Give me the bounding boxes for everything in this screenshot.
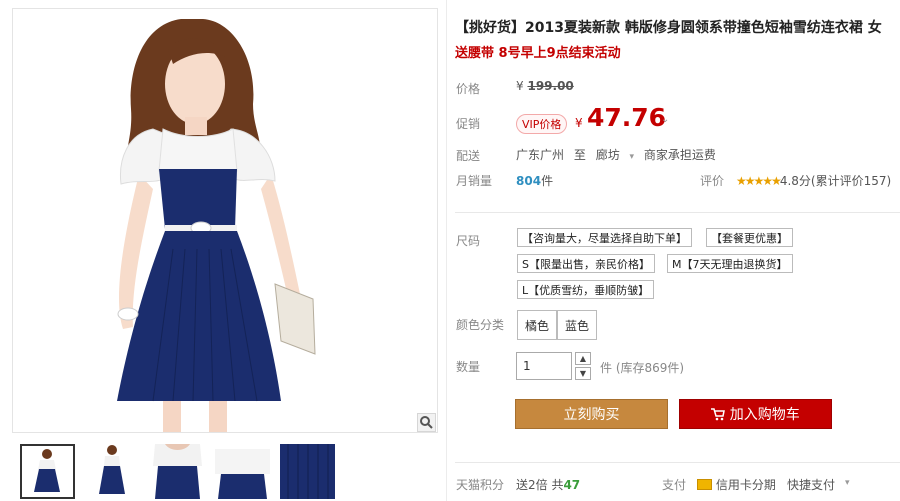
thumbnail-1[interactable] — [20, 444, 75, 499]
original-price: ¥ 199.00 — [516, 79, 574, 93]
price-label: 价格 — [456, 82, 481, 96]
vip-badge: VIP价格 — [516, 114, 568, 134]
ship-to-word: 至 — [573, 148, 586, 162]
zoom-button[interactable] — [417, 413, 436, 432]
unit-text: 件 — [600, 361, 613, 375]
size-label: 尺码 — [456, 234, 481, 248]
thumbnail-2[interactable] — [85, 444, 140, 499]
color-option-orange[interactable]: 橘色 — [517, 310, 558, 340]
original-price-value: 199.00 — [527, 79, 574, 93]
product-subtitle: 送腰带 8号早上9点结束活动 — [455, 46, 621, 61]
option-prefix: M — [672, 258, 682, 271]
dress-model-illustration — [13, 9, 437, 432]
credit-installment[interactable]: 信用卡分期 — [697, 476, 776, 493]
option-text: 【套餐更优惠】 — [711, 232, 788, 245]
star-icon: ★★★★★ — [736, 174, 782, 188]
size-option-l[interactable]: L【优质雪纺，垂顺防皱】 — [517, 280, 655, 299]
ship-note: 商家承担运费 — [643, 148, 716, 162]
decrement-button[interactable]: ▼ — [575, 367, 591, 380]
thumbnail-4[interactable] — [215, 444, 270, 499]
promo-price: 47.76 — [587, 103, 667, 132]
thumbnail-3[interactable] — [150, 444, 205, 499]
rating-summary: 评价 ★★★★★4.8分(累计评价157) — [700, 172, 891, 189]
promo-currency: ¥ — [575, 116, 583, 130]
cart-label: 加入购物车 — [729, 407, 800, 423]
section-divider — [455, 462, 900, 463]
points-text: 送2倍 共 — [516, 478, 564, 492]
chevron-down-icon[interactable]: ▾ — [630, 152, 635, 162]
sales-count: 804件 — [516, 172, 553, 189]
thumbnail-5[interactable] — [280, 444, 335, 499]
currency-symbol: ¥ — [516, 79, 524, 93]
color-label: 颜色分类 — [456, 318, 505, 332]
divider — [446, 0, 447, 501]
increment-button[interactable]: ▲ — [575, 352, 591, 365]
sales-unit: 件 — [541, 174, 554, 188]
shipping-info: 广东广州 至 廊坊 ▾ 商家承担运费 — [516, 146, 722, 163]
option-text: 【限量出售，亲民价格】 — [528, 258, 650, 271]
points-value: 47 — [563, 478, 581, 492]
pay-label: 支付 — [662, 478, 687, 492]
size-option-1[interactable]: 【咨询量大，尽量选择自助下单】 — [517, 228, 692, 247]
quick-pay[interactable]: 快捷支付 — [787, 476, 835, 493]
chevron-down-icon[interactable]: ⌄ — [661, 114, 669, 125]
points-info: 送2倍 共47 — [516, 476, 580, 493]
ship-from: 广东广州 — [516, 148, 565, 162]
credit-text: 信用卡分期 — [715, 478, 776, 492]
cart-icon — [711, 407, 729, 423]
color-option-blue[interactable]: 蓝色 — [557, 310, 598, 340]
product-title: 【挑好货】2013夏装新款 韩版修身圆领系带撞色短袖雪纺连衣裙 女 — [455, 20, 882, 36]
sales-label: 月销量 — [456, 174, 493, 188]
stock-text: (库存869件) — [615, 361, 685, 375]
buy-now-button[interactable]: 立刻购买 — [515, 399, 668, 429]
chevron-down-icon[interactable]: ▾ — [845, 478, 850, 488]
option-text: 【7天无理由退换货】 — [681, 258, 788, 271]
quantity-input[interactable]: 1 — [516, 352, 572, 380]
sales-number: 804 — [516, 174, 542, 188]
size-option-2[interactable]: 【套餐更优惠】 — [706, 228, 793, 247]
rating-label: 评价 — [700, 174, 725, 188]
ship-destination[interactable]: 廊坊 — [596, 148, 620, 162]
review-count[interactable]: (累计评价157) — [811, 174, 891, 188]
size-option-m[interactable]: M【7天无理由退换货】 — [667, 254, 793, 273]
shipping-label: 配送 — [456, 149, 481, 163]
size-option-s[interactable]: S【限量出售，亲民价格】 — [517, 254, 655, 273]
add-to-cart-button[interactable]: 加入购物车 — [679, 399, 832, 429]
quantity-unit: 件 (库存869件) — [600, 359, 684, 376]
option-text: 【咨询量大，尽量选择自助下单】 — [522, 232, 687, 245]
section-divider — [455, 212, 900, 213]
option-text: 【优质雪纺，垂顺防皱】 — [528, 284, 650, 297]
option-prefix: S — [522, 258, 529, 271]
quantity-label: 数量 — [456, 360, 481, 374]
credit-card-icon — [697, 479, 712, 490]
product-main-image[interactable] — [12, 8, 438, 433]
promo-label: 促销 — [456, 117, 481, 131]
rating-score: 4.8分 — [779, 174, 811, 188]
zoom-icon — [420, 416, 433, 429]
points-label: 天猫积分 — [456, 478, 505, 492]
